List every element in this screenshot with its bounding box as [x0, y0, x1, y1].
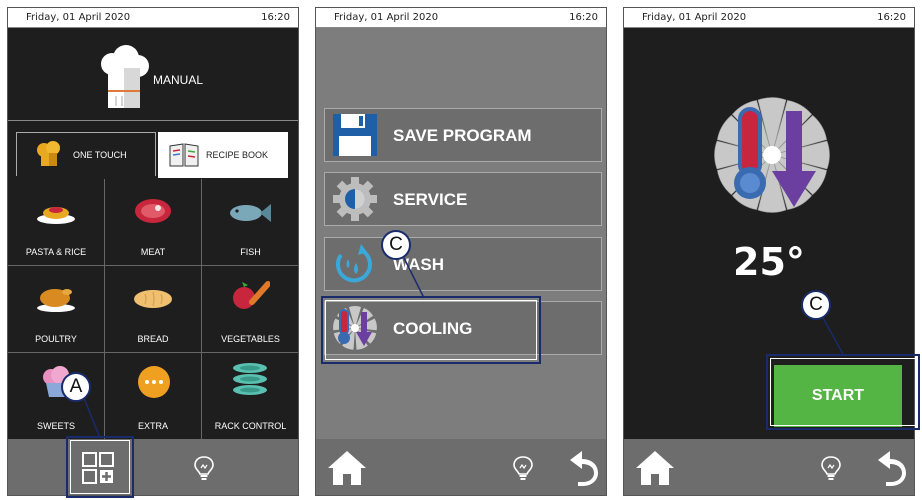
- highlight-cooling-button: [321, 296, 541, 364]
- callout-c-cooling: C: [381, 230, 411, 260]
- highlight-grid-button: [66, 436, 134, 498]
- callout-c-start: C: [801, 290, 831, 320]
- highlight-start-button: [766, 354, 920, 430]
- callout-a: A: [61, 372, 91, 402]
